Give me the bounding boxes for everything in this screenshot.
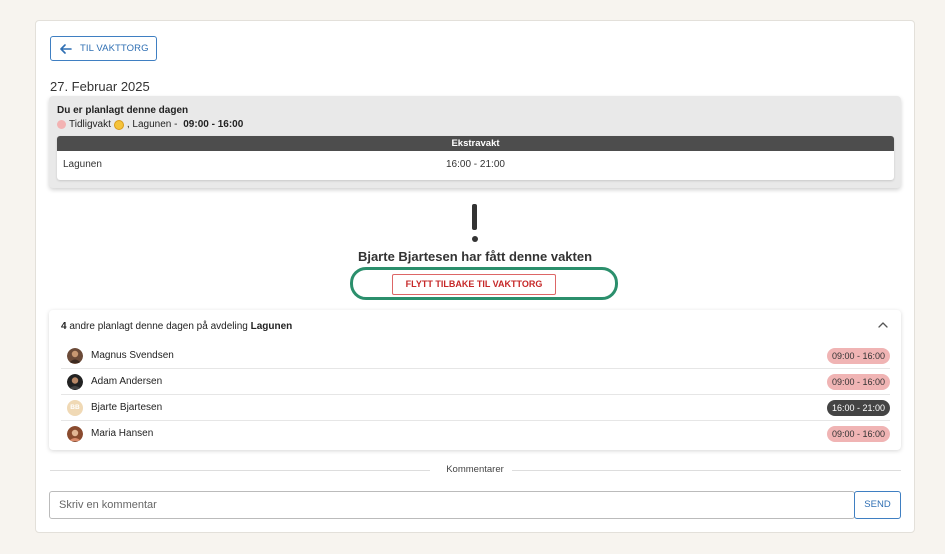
planned-shift-name: Tidligvakt — [69, 119, 111, 130]
planned-shift-box: Du er planlagt denne dagen Tidligvakt , … — [49, 96, 901, 188]
person-name: Adam Andersen — [91, 376, 163, 387]
person-name: Magnus Svendsen — [91, 350, 174, 361]
planned-title: Du er planlagt denne dagen — [57, 105, 189, 116]
comment-input[interactable] — [49, 491, 855, 519]
exclamation-icon — [472, 204, 477, 230]
others-panel-header[interactable]: 4 andre planlagt denne dagen på avdeling… — [61, 321, 292, 332]
extra-shift-row: Lagunen 16:00 - 21:00 — [57, 151, 894, 180]
assigned-status-message: Bjarte Bjartesen har fått denne vakten — [357, 249, 593, 264]
extra-shift-table: Ekstravakt Lagunen 16:00 - 21:00 — [57, 136, 894, 180]
sun-emoji-icon — [113, 119, 124, 130]
planned-shift-time: 09:00 - 16:00 — [183, 119, 244, 130]
others-planned-panel: 4 andre planlagt denne dagen på avdeling… — [49, 310, 901, 450]
comments-label: Kommentarer — [446, 464, 504, 475]
planned-shift-location: , Lagunen - — [126, 119, 181, 130]
person-name: Bjarte Bjartesen — [91, 402, 163, 413]
person-row: Adam Andersen 09:00 - 16:00 — [61, 369, 890, 395]
move-back-to-vakttorg-button[interactable]: FLYTT TILBAKE TIL VAKTTORG — [392, 274, 556, 295]
shift-time-badge: 09:00 - 16:00 — [826, 348, 890, 364]
shift-time-badge: 16:00 - 21:00 — [826, 400, 890, 416]
send-comment-button[interactable]: SEND — [854, 491, 901, 519]
person-row: Maria Hansen 09:00 - 16:00 — [61, 421, 890, 447]
back-to-vakttorg-button[interactable]: TIL VAKTTORG — [50, 36, 157, 61]
chevron-up-icon[interactable] — [877, 320, 889, 330]
avatar: BB — [67, 400, 83, 416]
person-name: Maria Hansen — [91, 428, 154, 439]
person-row: Magnus Svendsen 09:00 - 16:00 — [61, 343, 890, 369]
arrow-left-icon — [60, 43, 72, 54]
avatar — [67, 374, 83, 390]
shift-time-badge: 09:00 - 16:00 — [826, 426, 890, 442]
person-row: BB Bjarte Bjartesen 16:00 - 21:00 — [61, 395, 890, 421]
planned-shift-line: Tidligvakt , Lagunen - 09:00 - 16:00 — [57, 119, 243, 130]
extra-shift-location: Lagunen — [63, 159, 102, 170]
others-text: andre planlagt denne dagen på avdeling — [66, 321, 251, 332]
extra-shift-header: Ekstravakt — [57, 136, 894, 151]
others-department: Lagunen — [250, 321, 293, 332]
extra-shift-time: 16:00 - 21:00 — [446, 159, 505, 170]
shift-color-dot-icon — [57, 120, 66, 129]
shift-time-badge: 09:00 - 16:00 — [826, 374, 890, 390]
back-button-label: TIL VAKTTORG — [80, 43, 149, 54]
shift-detail-card: TIL VAKTTORG 27. Februar 2025 Du er plan… — [35, 20, 915, 533]
exclamation-dot-icon — [471, 236, 478, 242]
avatar — [67, 348, 83, 364]
page-date-title: 27. Februar 2025 — [50, 79, 150, 94]
avatar — [67, 426, 83, 442]
